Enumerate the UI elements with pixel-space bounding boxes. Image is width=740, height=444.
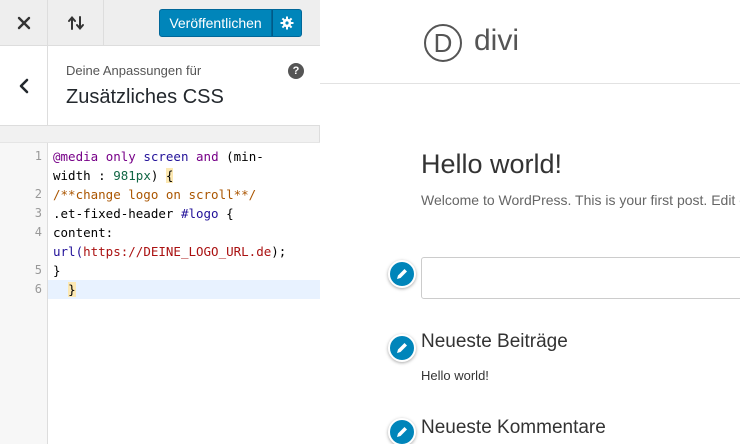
back-button[interactable] bbox=[0, 46, 48, 126]
code-token: #logo bbox=[180, 206, 219, 221]
recent-post-link[interactable]: Hello world! bbox=[421, 368, 489, 383]
code-token: (min- bbox=[218, 149, 264, 164]
publish-settings-button[interactable] bbox=[272, 9, 302, 37]
post-excerpt: Welcome to WordPress. This is your first… bbox=[421, 192, 740, 208]
close-x-icon bbox=[17, 16, 30, 30]
edit-shortcut-button[interactable] bbox=[388, 334, 416, 362]
code-line[interactable]: } bbox=[53, 280, 315, 299]
code-line[interactable]: content: bbox=[53, 223, 315, 242]
section-header: Deine Anpassungen für Zusätzliches CSS ? bbox=[0, 46, 320, 126]
code-line[interactable]: url(https://DEINE_LOGO_URL.de); bbox=[53, 242, 315, 261]
code-line[interactable]: } bbox=[53, 261, 315, 280]
gear-icon bbox=[280, 16, 294, 30]
code-token: /**change logo on scroll**/ bbox=[53, 187, 257, 202]
line-number: 2 bbox=[34, 187, 42, 201]
close-button[interactable] bbox=[0, 0, 48, 46]
edit-shortcut-button[interactable] bbox=[388, 260, 416, 288]
code-token: https://DEINE_LOGO_URL.de bbox=[83, 244, 272, 259]
code-lines[interactable]: @media only screen and (min-width : 981p… bbox=[53, 147, 315, 299]
code-token: ) bbox=[150, 168, 166, 183]
code-line[interactable]: /**change logo on scroll**/ bbox=[53, 185, 315, 204]
post-title[interactable]: Hello world! bbox=[421, 149, 562, 180]
code-token: 981px bbox=[113, 168, 151, 183]
code-token: ); bbox=[271, 244, 287, 259]
code-token: only bbox=[105, 149, 136, 164]
reorder-button[interactable] bbox=[48, 0, 104, 46]
code-line[interactable]: width : 981px) { bbox=[53, 166, 315, 185]
search-input[interactable] bbox=[421, 257, 740, 299]
line-number: 6 bbox=[34, 282, 42, 296]
line-number: 5 bbox=[34, 263, 42, 277]
code-token: width : bbox=[53, 168, 114, 183]
code-token: { bbox=[218, 206, 234, 221]
code-line[interactable]: .et-fixed-header #logo { bbox=[53, 204, 315, 223]
css-code-editor[interactable]: 1 2 3 4 5 6 @media only screen and (min-… bbox=[0, 142, 320, 444]
publish-button[interactable]: Veröffentlichen bbox=[159, 9, 272, 37]
pencil-icon bbox=[397, 343, 407, 353]
code-token: } bbox=[53, 263, 61, 278]
chevron-left-icon bbox=[19, 78, 28, 94]
widget-title-recent-comments: Neueste Kommentare bbox=[421, 417, 606, 438]
line-number-gutter: 1 2 3 4 5 6 bbox=[0, 143, 48, 444]
section-subtitle: Deine Anpassungen für bbox=[66, 63, 202, 78]
site-header: D divi bbox=[320, 0, 740, 84]
code-token: } bbox=[68, 282, 76, 297]
site-logo-mark[interactable]: D bbox=[424, 24, 462, 62]
code-token: { bbox=[165, 168, 174, 183]
site-logo-text[interactable]: divi bbox=[474, 24, 519, 58]
edit-shortcut-button[interactable] bbox=[388, 418, 416, 444]
customizer-panel: Veröffentlichen Deine Anpassungen für Zu… bbox=[0, 0, 320, 444]
customizer-toolbar: Veröffentlichen bbox=[0, 0, 320, 46]
code-token: screen bbox=[143, 149, 189, 164]
code-token: url( bbox=[53, 244, 84, 259]
code-token: @media bbox=[53, 149, 99, 164]
line-number: 1 bbox=[34, 149, 42, 163]
site-preview: D divi Hello world! Welcome to WordPress… bbox=[320, 0, 740, 444]
pencil-icon bbox=[397, 269, 407, 279]
help-icon[interactable]: ? bbox=[288, 63, 304, 79]
code-line[interactable]: @media only screen and (min- bbox=[53, 147, 315, 166]
widget-title-recent-posts: Neueste Beiträge bbox=[421, 331, 568, 352]
code-token: content: bbox=[53, 225, 114, 240]
section-title: Zusätzliches CSS bbox=[66, 86, 224, 108]
line-number: 3 bbox=[34, 206, 42, 220]
code-token: and bbox=[196, 149, 219, 164]
arrows-up-down-icon bbox=[67, 15, 84, 31]
pencil-icon bbox=[397, 427, 407, 437]
line-number: 4 bbox=[34, 225, 42, 239]
code-token: .et-fixed-header bbox=[53, 206, 181, 221]
